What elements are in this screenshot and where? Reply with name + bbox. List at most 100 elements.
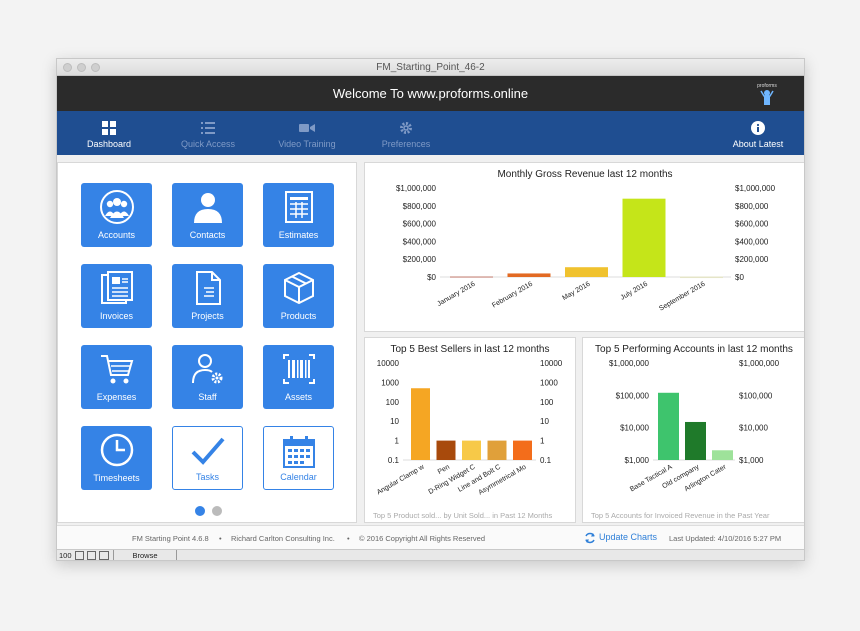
tile-estimates[interactable]: Estimates bbox=[263, 183, 334, 247]
person-gear-icon bbox=[191, 354, 222, 384]
x-tick-label: July 2016 bbox=[620, 281, 650, 302]
x-tick-label: May 2016 bbox=[561, 281, 591, 302]
tile-invoices[interactable]: Invoices bbox=[81, 264, 152, 328]
nav-preferences[interactable]: Preferences bbox=[373, 111, 439, 155]
y-tick-label-left: $1,000 bbox=[625, 456, 650, 465]
zoom-in-button[interactable] bbox=[87, 551, 96, 560]
tile-label: Products bbox=[280, 311, 317, 321]
zoom-out-button[interactable] bbox=[75, 551, 84, 560]
tile-tasks[interactable]: Tasks bbox=[172, 426, 243, 490]
nav-quick-access[interactable]: Quick Access bbox=[173, 111, 243, 155]
group-icon bbox=[99, 190, 134, 224]
video-camera-icon bbox=[299, 124, 315, 132]
nav-label: Preferences bbox=[381, 139, 431, 149]
minimize-window-button[interactable] bbox=[77, 63, 86, 72]
y-tick-label-left: $0 bbox=[427, 273, 436, 282]
y-tick-label-right: $800,000 bbox=[735, 202, 769, 211]
revenue-chart-panel: Monthly Gross Revenue last 12 months $1,… bbox=[364, 162, 804, 332]
y-tick-label-left: 100 bbox=[386, 398, 400, 407]
document-icon bbox=[195, 271, 221, 305]
box-icon bbox=[283, 271, 314, 305]
bar bbox=[712, 450, 733, 460]
page-dot-1[interactable] bbox=[195, 506, 205, 516]
y-tick-label-left: 0.1 bbox=[388, 456, 400, 465]
y-tick-label-left: $200,000 bbox=[403, 255, 437, 264]
tile-accounts[interactable]: Accounts bbox=[81, 183, 152, 247]
nav-about-latest[interactable]: About Latest bbox=[725, 111, 791, 155]
best-sellers-chart-footer: Top 5 Product sold... by Unit Sold... in… bbox=[373, 511, 553, 520]
y-tick-label-right: 10000 bbox=[540, 359, 563, 368]
calendar-icon bbox=[282, 436, 315, 468]
version-text: FM Starting Point 4.6.8 bbox=[132, 534, 209, 543]
x-tick-label: September 2016 bbox=[658, 281, 706, 313]
bar bbox=[507, 273, 551, 277]
zoom-window-button[interactable] bbox=[91, 63, 100, 72]
tile-timesheets[interactable]: Timesheets bbox=[81, 426, 152, 490]
nav-video-training[interactable]: Video Training bbox=[269, 111, 345, 155]
tile-assets[interactable]: Assets bbox=[263, 345, 334, 409]
tile-expenses[interactable]: Expenses bbox=[81, 345, 152, 409]
x-tick-label: Angular Clamp w bbox=[376, 463, 426, 496]
dashboard-content: Accounts Contacts Estimates Invoices Pro… bbox=[57, 155, 804, 525]
tiles-panel: Accounts Contacts Estimates Invoices Pro… bbox=[57, 162, 357, 523]
best-sellers-chart: 10000 100001000 1000100 10010 101 10.1 0.1Angu… bbox=[376, 359, 563, 497]
x-tick-label: February 2016 bbox=[491, 281, 534, 310]
y-tick-label-left: $100,000 bbox=[616, 391, 650, 400]
update-charts-button[interactable]: Update Charts bbox=[599, 532, 657, 542]
cart-icon bbox=[100, 355, 133, 384]
refresh-icon[interactable] bbox=[584, 532, 596, 544]
status-bar: 100 Browse bbox=[57, 549, 804, 560]
tile-staff[interactable]: Staff bbox=[172, 345, 243, 409]
toggle-toolbar-button[interactable] bbox=[99, 551, 109, 560]
mode-indicator[interactable]: Browse bbox=[113, 550, 177, 560]
revenue-chart: $1,000,000 $1,000,000 $800,000 $800,000 $600… bbox=[396, 184, 776, 313]
tile-contacts[interactable]: Contacts bbox=[172, 183, 243, 247]
tile-projects[interactable]: Projects bbox=[172, 264, 243, 328]
zoom-level[interactable]: 100 bbox=[59, 551, 72, 560]
bar bbox=[450, 276, 493, 278]
grid-icon bbox=[102, 121, 116, 135]
page-dot-2[interactable] bbox=[212, 506, 223, 516]
y-tick-label-right: $0 bbox=[735, 273, 744, 282]
y-tick-label-left: $400,000 bbox=[403, 237, 437, 246]
x-tick-label: January 2016 bbox=[436, 281, 476, 308]
top-accounts-chart-panel: Top 5 Performing Accounts in last 12 mon… bbox=[582, 337, 804, 523]
proforms-logo-icon: proforms bbox=[757, 83, 777, 105]
spreadsheet-icon bbox=[284, 191, 313, 223]
y-tick-label-right: 1 bbox=[540, 437, 545, 446]
y-tick-label-right: $1,000,000 bbox=[739, 359, 780, 368]
y-tick-label-right: $1,000,000 bbox=[735, 184, 776, 193]
tile-calendar[interactable]: Calendar bbox=[263, 426, 334, 490]
clock-icon bbox=[100, 433, 133, 467]
x-tick-label: Asymmetrical Mo bbox=[478, 464, 528, 497]
tile-label: Calendar bbox=[280, 472, 317, 482]
y-tick-label-right: $400,000 bbox=[735, 237, 769, 246]
tile-label: Projects bbox=[191, 311, 224, 321]
y-tick-label-right: $10,000 bbox=[739, 424, 768, 433]
tile-label: Estimates bbox=[278, 230, 319, 240]
y-tick-label-right: $200,000 bbox=[735, 255, 769, 264]
tile-label: Assets bbox=[284, 392, 312, 402]
close-window-button[interactable] bbox=[63, 63, 72, 72]
bar bbox=[685, 421, 706, 460]
tile-label: Timesheets bbox=[93, 473, 140, 483]
nav-label: Quick Access bbox=[180, 139, 236, 149]
y-tick-label-right: 100 bbox=[540, 398, 554, 407]
list-icon bbox=[201, 122, 215, 134]
tile-label: Expenses bbox=[96, 392, 137, 402]
tile-label: Staff bbox=[198, 392, 217, 402]
y-tick-label-left: 10000 bbox=[377, 359, 400, 368]
logo-text: proforms bbox=[757, 83, 777, 89]
banner-title: Welcome To www.proforms.online bbox=[332, 86, 529, 101]
barcode-icon bbox=[282, 354, 315, 384]
title-bar: FM_Starting_Point_46-2 bbox=[57, 59, 804, 76]
bar bbox=[436, 440, 456, 460]
top-accounts-chart-footer: Top 5 Accounts for Invoiced Revenue in t… bbox=[591, 511, 770, 520]
last-updated-text: Last Updated: 4/10/2016 5:27 PM bbox=[669, 534, 782, 543]
tile-products[interactable]: Products bbox=[263, 264, 334, 328]
page-dots bbox=[195, 503, 225, 521]
nav-dashboard[interactable]: Dashboard bbox=[79, 111, 139, 155]
footer-bar: FM Starting Point 4.6.8 • Richard Carlto… bbox=[57, 525, 804, 549]
y-tick-label-left: $600,000 bbox=[403, 220, 437, 229]
top-accounts-chart: $1,000,000 $1,000,000 $100,000 $100,000 $10,… bbox=[609, 359, 780, 493]
